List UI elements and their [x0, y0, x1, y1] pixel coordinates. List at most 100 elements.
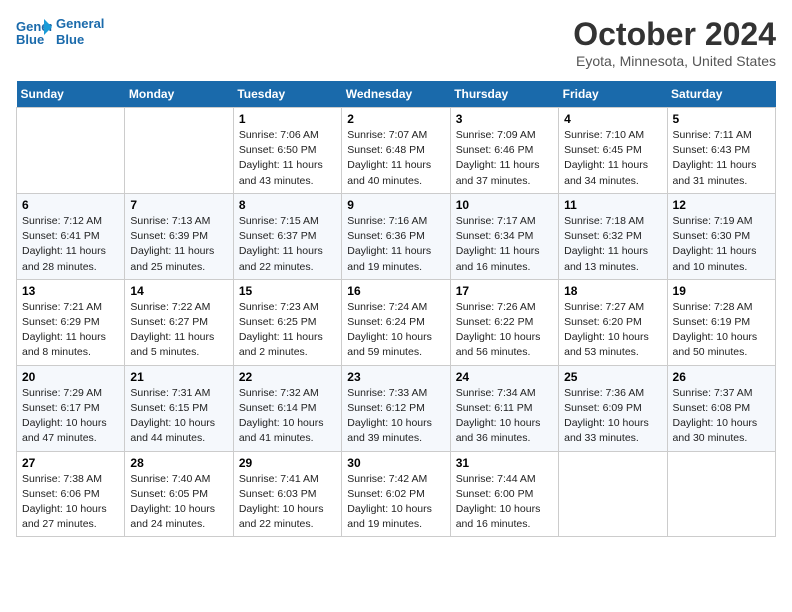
- day-number: 16: [347, 284, 444, 298]
- logo-text: General Blue: [56, 16, 104, 47]
- day-number: 7: [130, 198, 227, 212]
- calendar-week-row: 20 Sunrise: 7:29 AM Sunset: 6:17 PM Dayli…: [17, 365, 776, 451]
- calendar-cell: 12 Sunrise: 7:19 AM Sunset: 6:30 PM Dayli…: [667, 193, 775, 279]
- calendar-cell: 4 Sunrise: 7:10 AM Sunset: 6:45 PM Daylig…: [559, 108, 667, 194]
- day-info: Sunrise: 7:38 AM Sunset: 6:06 PM Dayligh…: [22, 472, 119, 533]
- day-number: 19: [673, 284, 770, 298]
- day-info: Sunrise: 7:41 AM Sunset: 6:03 PM Dayligh…: [239, 472, 336, 533]
- calendar-cell: 13 Sunrise: 7:21 AM Sunset: 6:29 PM Dayli…: [17, 279, 125, 365]
- calendar-cell: 11Sunrise: 7:18 AM Sunset: 6:32 PM Dayli…: [559, 193, 667, 279]
- calendar-cell: 19 Sunrise: 7:28 AM Sunset: 6:19 PM Dayli…: [667, 279, 775, 365]
- day-number: 11: [564, 198, 661, 212]
- calendar-cell: 29Sunrise: 7:41 AM Sunset: 6:03 PM Dayli…: [233, 451, 341, 537]
- calendar-cell: 23 Sunrise: 7:33 AM Sunset: 6:12 PM Dayli…: [342, 365, 450, 451]
- day-info: Sunrise: 7:07 AM Sunset: 6:48 PM Dayligh…: [347, 128, 444, 189]
- day-info: Sunrise: 7:26 AM Sunset: 6:22 PM Dayligh…: [456, 300, 553, 361]
- calendar-cell: 2 Sunrise: 7:07 AM Sunset: 6:48 PM Daylig…: [342, 108, 450, 194]
- calendar-cell: 1 Sunrise: 7:06 AM Sunset: 6:50 PM Daylig…: [233, 108, 341, 194]
- day-number: 27: [22, 456, 119, 470]
- calendar-cell: [667, 451, 775, 537]
- calendar-week-row: 27 Sunrise: 7:38 AM Sunset: 6:06 PM Dayli…: [17, 451, 776, 537]
- calendar-week-row: 13 Sunrise: 7:21 AM Sunset: 6:29 PM Dayli…: [17, 279, 776, 365]
- day-info: Sunrise: 7:37 AM Sunset: 6:08 PM Dayligh…: [673, 386, 770, 447]
- day-info: Sunrise: 7:23 AM Sunset: 6:25 PM Dayligh…: [239, 300, 336, 361]
- day-number: 5: [673, 112, 770, 126]
- day-of-week-header: Saturday: [667, 81, 775, 108]
- calendar-cell: 3 Sunrise: 7:09 AM Sunset: 6:46 PM Daylig…: [450, 108, 558, 194]
- day-number: 26: [673, 370, 770, 384]
- calendar-cell: 27 Sunrise: 7:38 AM Sunset: 6:06 PM Dayli…: [17, 451, 125, 537]
- calendar-cell: 22Sunrise: 7:32 AM Sunset: 6:14 PM Dayli…: [233, 365, 341, 451]
- day-info: Sunrise: 7:21 AM Sunset: 6:29 PM Dayligh…: [22, 300, 119, 361]
- day-info: Sunrise: 7:40 AM Sunset: 6:05 PM Dayligh…: [130, 472, 227, 533]
- day-number: 31: [456, 456, 553, 470]
- day-of-week-header: Sunday: [17, 81, 125, 108]
- day-info: Sunrise: 7:09 AM Sunset: 6:46 PM Dayligh…: [456, 128, 553, 189]
- day-info: Sunrise: 7:27 AM Sunset: 6:20 PM Dayligh…: [564, 300, 661, 361]
- day-of-week-header: Thursday: [450, 81, 558, 108]
- day-number: 14: [130, 284, 227, 298]
- calendar-cell: 21 Sunrise: 7:31 AM Sunset: 6:15 PM Dayli…: [125, 365, 233, 451]
- day-info: Sunrise: 7:28 AM Sunset: 6:19 PM Dayligh…: [673, 300, 770, 361]
- day-number: 24: [456, 370, 553, 384]
- day-number: 9: [347, 198, 444, 212]
- day-info: Sunrise: 7:13 AM Sunset: 6:39 PM Dayligh…: [130, 214, 227, 275]
- day-number: 1: [239, 112, 336, 126]
- day-number: 15: [239, 284, 336, 298]
- logo: General Blue General Blue: [16, 16, 104, 47]
- day-info: Sunrise: 7:17 AM Sunset: 6:34 PM Dayligh…: [456, 214, 553, 275]
- calendar-cell: 7 Sunrise: 7:13 AM Sunset: 6:39 PM Daylig…: [125, 193, 233, 279]
- calendar-cell: 8Sunrise: 7:15 AM Sunset: 6:37 PM Daylig…: [233, 193, 341, 279]
- day-number: 13: [22, 284, 119, 298]
- day-info: Sunrise: 7:33 AM Sunset: 6:12 PM Dayligh…: [347, 386, 444, 447]
- calendar-header: SundayMondayTuesdayWednesdayThursdayFrid…: [17, 81, 776, 108]
- calendar-table: SundayMondayTuesdayWednesdayThursdayFrid…: [16, 81, 776, 537]
- day-info: Sunrise: 7:19 AM Sunset: 6:30 PM Dayligh…: [673, 214, 770, 275]
- day-number: 12: [673, 198, 770, 212]
- day-info: Sunrise: 7:06 AM Sunset: 6:50 PM Dayligh…: [239, 128, 336, 189]
- day-number: 4: [564, 112, 661, 126]
- logo-icon: General Blue: [16, 17, 52, 47]
- month-title: October 2024: [573, 16, 776, 53]
- day-info: Sunrise: 7:16 AM Sunset: 6:36 PM Dayligh…: [347, 214, 444, 275]
- day-number: 21: [130, 370, 227, 384]
- day-info: Sunrise: 7:29 AM Sunset: 6:17 PM Dayligh…: [22, 386, 119, 447]
- day-number: 25: [564, 370, 661, 384]
- day-info: Sunrise: 7:36 AM Sunset: 6:09 PM Dayligh…: [564, 386, 661, 447]
- calendar-cell: [17, 108, 125, 194]
- day-info: Sunrise: 7:10 AM Sunset: 6:45 PM Dayligh…: [564, 128, 661, 189]
- day-number: 20: [22, 370, 119, 384]
- day-number: 10: [456, 198, 553, 212]
- calendar-cell: [125, 108, 233, 194]
- day-number: 3: [456, 112, 553, 126]
- calendar-cell: 10 Sunrise: 7:17 AM Sunset: 6:34 PM Dayli…: [450, 193, 558, 279]
- day-number: 6: [22, 198, 119, 212]
- day-info: Sunrise: 7:44 AM Sunset: 6:00 PM Dayligh…: [456, 472, 553, 533]
- day-info: Sunrise: 7:31 AM Sunset: 6:15 PM Dayligh…: [130, 386, 227, 447]
- day-number: 30: [347, 456, 444, 470]
- day-info: Sunrise: 7:11 AM Sunset: 6:43 PM Dayligh…: [673, 128, 770, 189]
- day-info: Sunrise: 7:34 AM Sunset: 6:11 PM Dayligh…: [456, 386, 553, 447]
- calendar-week-row: 1 Sunrise: 7:06 AM Sunset: 6:50 PM Daylig…: [17, 108, 776, 194]
- svg-text:Blue: Blue: [16, 32, 44, 47]
- calendar-cell: [559, 451, 667, 537]
- day-number: 28: [130, 456, 227, 470]
- calendar-cell: 20 Sunrise: 7:29 AM Sunset: 6:17 PM Dayli…: [17, 365, 125, 451]
- day-info: Sunrise: 7:15 AM Sunset: 6:37 PM Dayligh…: [239, 214, 336, 275]
- day-of-week-header: Tuesday: [233, 81, 341, 108]
- calendar-cell: 6Sunrise: 7:12 AM Sunset: 6:41 PM Daylig…: [17, 193, 125, 279]
- calendar-cell: 30 Sunrise: 7:42 AM Sunset: 6:02 PM Dayli…: [342, 451, 450, 537]
- day-info: Sunrise: 7:42 AM Sunset: 6:02 PM Dayligh…: [347, 472, 444, 533]
- day-info: Sunrise: 7:24 AM Sunset: 6:24 PM Dayligh…: [347, 300, 444, 361]
- day-of-week-header: Wednesday: [342, 81, 450, 108]
- day-number: 23: [347, 370, 444, 384]
- day-info: Sunrise: 7:32 AM Sunset: 6:14 PM Dayligh…: [239, 386, 336, 447]
- day-number: 18: [564, 284, 661, 298]
- title-block: October 2024 Eyota, Minnesota, United St…: [573, 16, 776, 69]
- calendar-cell: 25 Sunrise: 7:36 AM Sunset: 6:09 PM Dayli…: [559, 365, 667, 451]
- page-header: General Blue General Blue October 2024 E…: [16, 16, 776, 69]
- calendar-cell: 16 Sunrise: 7:24 AM Sunset: 6:24 PM Dayli…: [342, 279, 450, 365]
- day-number: 2: [347, 112, 444, 126]
- day-info: Sunrise: 7:22 AM Sunset: 6:27 PM Dayligh…: [130, 300, 227, 361]
- calendar-cell: 15 Sunrise: 7:23 AM Sunset: 6:25 PM Dayli…: [233, 279, 341, 365]
